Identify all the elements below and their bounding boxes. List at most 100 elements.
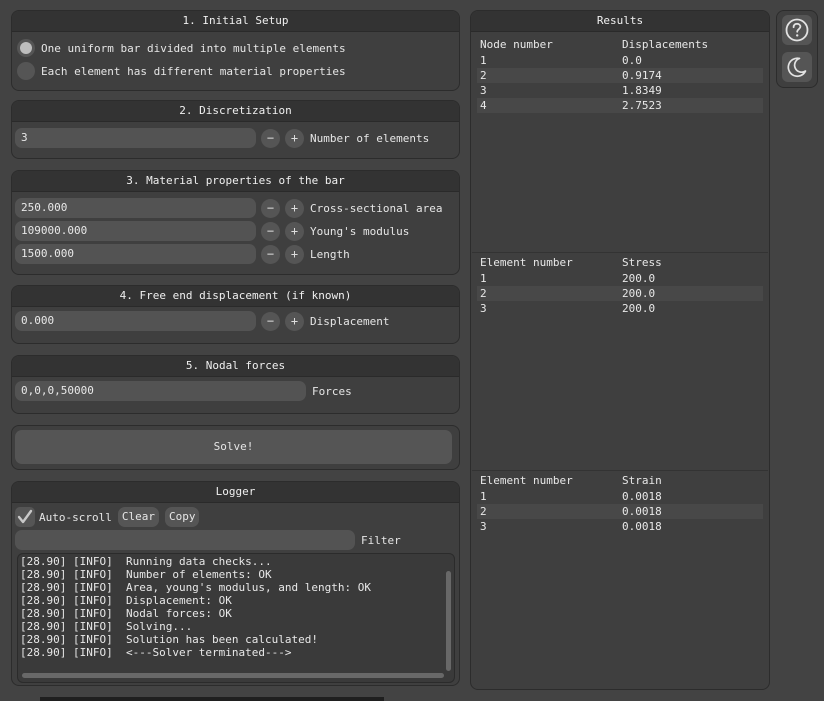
results-divider <box>472 252 768 253</box>
table-cell: 0.0 <box>622 54 642 67</box>
filter-input[interactable] <box>15 530 355 550</box>
initial-setup-title: 1. Initial Setup <box>12 11 459 32</box>
displacement-row: 0.000 − + Displacement <box>15 311 389 331</box>
table-cell: 4 <box>480 99 487 112</box>
log-horizontal-scrollbar[interactable] <box>22 673 444 678</box>
displacement-increment[interactable]: + <box>285 311 304 331</box>
area-label: Cross-sectional area <box>310 201 443 215</box>
side-toolbar <box>776 10 818 88</box>
log-line: [28.90] [INFO] Area, young's modulus, an… <box>20 581 371 594</box>
header-element-number: Element number <box>480 474 573 487</box>
theme-toggle-button[interactable] <box>782 52 812 82</box>
youngs-modulus-decrement[interactable]: − <box>261 221 280 241</box>
radio-different-materials-indicator[interactable] <box>17 62 35 80</box>
log-vertical-scrollbar[interactable] <box>446 571 451 671</box>
filter-row: Filter <box>15 530 401 550</box>
table-header: Element number Stress <box>477 255 763 271</box>
help-button[interactable] <box>782 15 812 45</box>
table-cell: 200.0 <box>622 302 656 315</box>
radio-uniform-bar-label: One uniform bar divided into multiple el… <box>41 41 346 55</box>
logger-controls: Auto-scroll Clear Copy <box>15 507 200 527</box>
table-row: 2 0.9174 <box>477 68 763 83</box>
forces-row: 0,0,0,50000 Forces <box>15 381 352 401</box>
length-row: 1500.000 − + Length <box>15 244 350 264</box>
table-cell: 3 <box>480 520 487 533</box>
displacements-table: Node number Displacements 1 0.0 2 0.9174… <box>477 37 763 113</box>
header-stress: Stress <box>622 256 662 269</box>
log-output[interactable]: [28.90] [INFO] Running data checks... [2… <box>17 553 455 683</box>
displacement-title: 4. Free end displacement (if known) <box>12 286 459 307</box>
copy-button[interactable]: Copy <box>164 507 200 527</box>
length-input[interactable]: 1500.000 <box>15 244 256 264</box>
forces-input[interactable]: 0,0,0,50000 <box>15 381 306 401</box>
table-row: 2 0.0018 <box>477 504 763 519</box>
table-cell: 200.0 <box>622 272 656 285</box>
length-increment[interactable]: + <box>285 244 304 264</box>
autoscroll-checkbox[interactable] <box>15 507 35 527</box>
table-header: Node number Displacements <box>477 37 763 53</box>
material-panel: 3. Material properties of the bar 250.00… <box>11 170 460 275</box>
initial-setup-panel: 1. Initial Setup One uniform bar divided… <box>11 10 460 91</box>
nodal-forces-panel: 5. Nodal forces 0,0,0,50000 Forces <box>11 355 460 414</box>
clear-button[interactable]: Clear <box>117 507 159 527</box>
solve-panel: Solve! <box>11 425 460 470</box>
table-row: 3 1.8349 <box>477 83 763 98</box>
displacement-decrement[interactable]: − <box>261 311 280 331</box>
results-title: Results <box>471 11 769 32</box>
logger-title: Logger <box>12 482 459 503</box>
displacement-label: Displacement <box>310 314 390 328</box>
table-row: 3 200.0 <box>477 301 763 316</box>
log-line: [28.90] [INFO] Solving... <box>20 620 193 633</box>
elements-count-increment[interactable]: + <box>285 128 304 148</box>
table-cell: 1 <box>480 54 487 67</box>
elements-count-decrement[interactable]: − <box>261 128 280 148</box>
youngs-modulus-increment[interactable]: + <box>285 221 304 241</box>
radio-different-materials[interactable]: Each element has different material prop… <box>17 61 346 81</box>
elements-count-label: Number of elements <box>310 131 430 145</box>
table-row: 4 2.7523 <box>477 98 763 113</box>
table-cell: 0.9174 <box>622 69 662 82</box>
youngs-modulus-label: Young's modulus <box>310 224 410 238</box>
discretization-panel: 2. Discretization 3 − + Number of elemen… <box>11 100 460 159</box>
displacement-input[interactable]: 0.000 <box>15 311 256 331</box>
stress-table: Element number Stress 1 200.0 2 200.0 3 … <box>477 255 763 316</box>
table-cell: 2 <box>480 505 487 518</box>
window-bottom-edge <box>40 697 384 701</box>
material-title: 3. Material properties of the bar <box>12 171 459 192</box>
youngs-modulus-input[interactable]: 109000.000 <box>15 221 256 241</box>
table-cell: 2.7523 <box>622 99 662 112</box>
forces-label: Forces <box>312 384 352 398</box>
solve-button[interactable]: Solve! <box>15 430 452 464</box>
logger-panel: Logger Auto-scroll Clear Copy Filter [28… <box>11 481 460 686</box>
table-cell: 3 <box>480 302 487 315</box>
length-decrement[interactable]: − <box>261 244 280 264</box>
table-cell: 200.0 <box>622 287 656 300</box>
log-line: [28.90] [INFO] Nodal forces: OK <box>20 607 232 620</box>
checkmark-icon <box>17 509 33 524</box>
length-label: Length <box>310 247 350 261</box>
area-input[interactable]: 250.000 <box>15 198 256 218</box>
table-row: 1 200.0 <box>477 271 763 286</box>
log-line: [28.90] [INFO] Running data checks... <box>20 555 272 568</box>
filter-label: Filter <box>361 533 401 547</box>
radio-uniform-bar-indicator[interactable] <box>17 39 35 57</box>
table-header: Element number Strain <box>477 473 763 489</box>
log-line: [28.90] [INFO] <---Solver terminated---> <box>20 646 292 659</box>
elements-count-input[interactable]: 3 <box>15 128 256 148</box>
radio-uniform-bar[interactable]: One uniform bar divided into multiple el… <box>17 38 346 58</box>
table-cell: 2 <box>480 287 487 300</box>
table-cell: 3 <box>480 84 487 97</box>
question-circle-icon <box>785 18 809 42</box>
radio-different-materials-label: Each element has different material prop… <box>41 64 346 78</box>
log-line: [28.90] [INFO] Displacement: OK <box>20 594 232 607</box>
header-element-number: Element number <box>480 256 573 269</box>
header-displacements: Displacements <box>622 38 709 51</box>
table-cell: 1.8349 <box>622 84 662 97</box>
area-decrement[interactable]: − <box>261 198 280 218</box>
table-row: 3 0.0018 <box>477 519 763 534</box>
area-increment[interactable]: + <box>285 198 304 218</box>
crescent-moon-icon <box>787 57 807 78</box>
autoscroll-label: Auto-scroll <box>39 510 112 524</box>
table-row: 2 200.0 <box>477 286 763 301</box>
table-cell: 0.0018 <box>622 505 662 518</box>
